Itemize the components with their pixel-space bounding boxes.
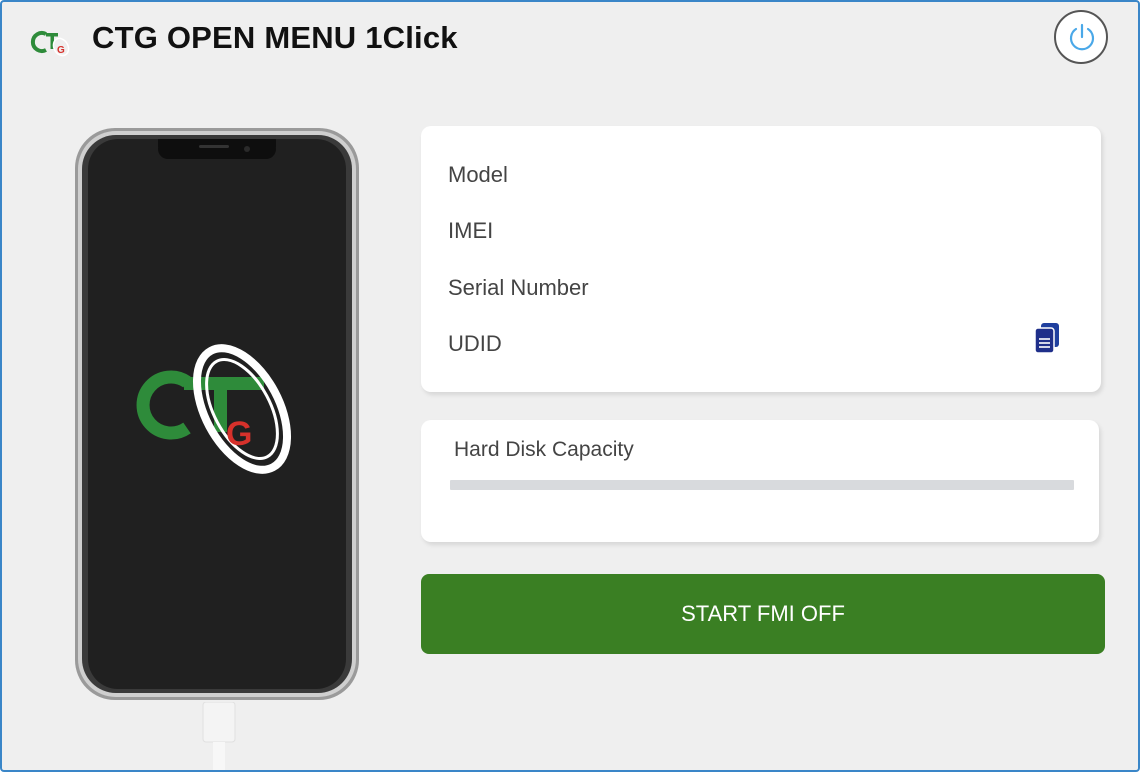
copy-icon[interactable] <box>1033 322 1061 354</box>
svg-text:G: G <box>57 45 65 56</box>
imei-label: IMEI <box>448 218 494 243</box>
power-icon <box>1069 23 1095 51</box>
device-info-card: Model IMEI Serial Number UDID <box>421 126 1101 392</box>
udid-label: UDID <box>448 331 502 356</box>
phone-illustration: G <box>75 128 359 700</box>
model-label: Model <box>448 162 508 187</box>
app-title: CTG OPEN MENU 1Click <box>92 20 458 55</box>
disk-capacity-card: Hard Disk Capacity <box>421 420 1099 542</box>
app-window: G CTG OPEN MENU 1Click G Model IMEI Seri… <box>0 0 1140 772</box>
serial-number-label: Serial Number <box>448 275 589 300</box>
start-fmi-off-button[interactable]: START FMI OFF <box>421 574 1105 654</box>
disk-capacity-label: Hard Disk Capacity <box>454 438 634 461</box>
disk-capacity-bar <box>450 480 1074 490</box>
ctg-logo-icon: G <box>30 31 70 57</box>
title-bar: G CTG OPEN MENU 1Click <box>2 2 1138 78</box>
svg-text:G: G <box>226 415 252 453</box>
power-button[interactable] <box>1054 10 1108 64</box>
usb-cable <box>202 702 236 770</box>
